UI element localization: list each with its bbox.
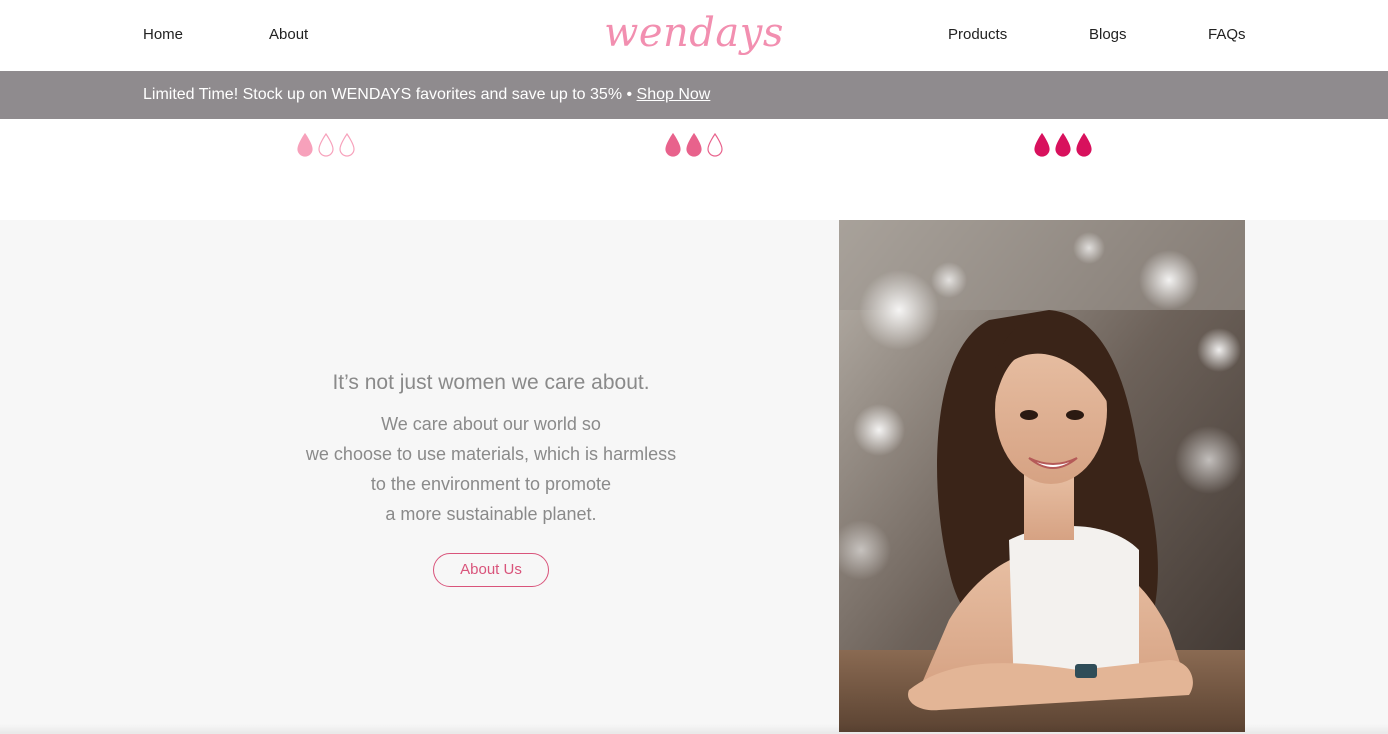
drop-outline-icon xyxy=(707,133,723,157)
drop-filled-icon xyxy=(1076,133,1092,157)
drop-filled-icon xyxy=(1034,133,1050,157)
promo-text: Limited Time! Stock up on WENDAYS favori… xyxy=(143,86,637,103)
about-us-button[interactable]: About Us xyxy=(433,553,549,587)
care-heading: It’s not just women we care about. xyxy=(332,371,650,394)
care-text-block: It’s not just women we care about. We ca… xyxy=(260,365,722,587)
absorbency-regular xyxy=(664,133,724,157)
absorbency-heavy xyxy=(1033,133,1093,157)
drop-filled-icon xyxy=(1055,133,1071,157)
care-line: to the environment to promote xyxy=(370,474,612,494)
absorbency-light xyxy=(296,133,356,157)
absorbency-row xyxy=(0,119,1388,220)
site-header: Home About wendays Products Blogs FAQs xyxy=(0,0,1388,71)
promo-bar: Limited Time! Stock up on WENDAYS favori… xyxy=(0,71,1388,119)
drop-filled-icon xyxy=(686,133,702,157)
logo[interactable]: wendays xyxy=(600,4,788,62)
nav-products[interactable]: Products xyxy=(948,25,1007,45)
care-section: It’s not just women we care about. We ca… xyxy=(0,220,1388,734)
nav-home[interactable]: Home xyxy=(143,25,183,45)
care-line: a more sustainable planet. xyxy=(385,504,597,524)
drop-outline-icon xyxy=(339,133,355,157)
promo-message: Limited Time! Stock up on WENDAYS favori… xyxy=(143,85,710,105)
page-fold-shadow xyxy=(0,724,1388,734)
drop-filled-icon xyxy=(665,133,681,157)
woman-portrait-photo xyxy=(839,220,1245,732)
shop-now-link[interactable]: Shop Now xyxy=(637,86,711,103)
care-line: We care about our world so xyxy=(381,414,601,434)
drop-outline-icon xyxy=(318,133,334,157)
portrait-illustration xyxy=(839,220,1245,732)
drop-filled-icon xyxy=(297,133,313,157)
care-line: we choose to use materials, which is har… xyxy=(305,444,677,464)
nav-faqs[interactable]: FAQs xyxy=(1208,25,1246,45)
nav-about[interactable]: About xyxy=(269,25,308,45)
nav-blogs[interactable]: Blogs xyxy=(1089,25,1127,45)
